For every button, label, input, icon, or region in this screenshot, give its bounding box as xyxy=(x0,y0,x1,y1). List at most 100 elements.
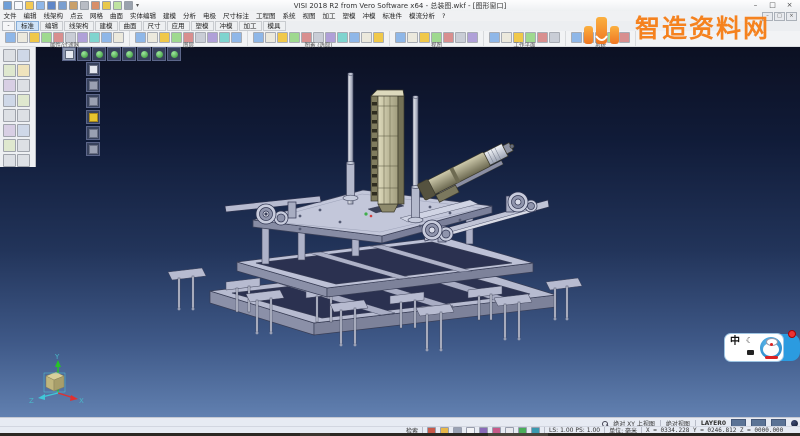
save-icon[interactable] xyxy=(47,1,56,10)
close-button[interactable]: × xyxy=(781,0,798,11)
tool-icon[interactable] xyxy=(3,154,16,167)
menu-item[interactable]: 分析 xyxy=(180,12,200,21)
toolbar-icon[interactable] xyxy=(301,32,312,43)
tool-icon[interactable] xyxy=(17,109,30,122)
toolbar-icon[interactable] xyxy=(29,32,40,43)
ribbon-tab[interactable]: 加工 xyxy=(239,21,262,31)
tool-icon[interactable] xyxy=(17,94,30,107)
ribbon-tab[interactable]: 塑模 xyxy=(191,21,214,31)
ribbon-tab[interactable]: 尺寸 xyxy=(143,21,166,31)
tool-icon[interactable] xyxy=(3,64,16,77)
toolbar-icon[interactable] xyxy=(207,32,218,43)
new-file-icon[interactable] xyxy=(3,1,12,10)
toolbar-icon[interactable] xyxy=(467,32,478,43)
toolbar-icon[interactable] xyxy=(17,32,28,43)
toolbar-icon[interactable] xyxy=(361,32,372,43)
tool-icon[interactable] xyxy=(17,124,30,137)
ribbon-tab[interactable]: 模具 xyxy=(263,21,286,31)
menu-item[interactable]: 工程图 xyxy=(253,12,280,21)
ribbon-tab[interactable]: 线架构 xyxy=(64,21,94,31)
toolbar-icon[interactable] xyxy=(277,32,288,43)
toolbar-icon[interactable] xyxy=(337,32,348,43)
mdi-restore-button[interactable]: □ xyxy=(774,12,785,21)
toolbar-icon[interactable] xyxy=(455,32,466,43)
toolbar-icon[interactable] xyxy=(183,32,194,43)
toolbar-icon[interactable] xyxy=(219,32,230,43)
toolbar-icon[interactable] xyxy=(525,32,536,43)
tool-icon[interactable] xyxy=(17,139,30,152)
open-file-icon[interactable] xyxy=(14,1,23,10)
toolbar-icon[interactable] xyxy=(171,32,182,43)
toolbar-icon[interactable] xyxy=(195,32,206,43)
settings-icon[interactable] xyxy=(124,1,133,10)
tool-icon[interactable] xyxy=(3,94,16,107)
folder-icon[interactable] xyxy=(25,1,34,10)
toolbar-icon[interactable] xyxy=(313,32,324,43)
menu-item-help[interactable]: ? xyxy=(439,12,449,21)
undo-icon[interactable] xyxy=(102,1,111,10)
moon-icon[interactable]: ☾ xyxy=(746,336,753,345)
menu-item[interactable]: 尺寸标注 xyxy=(220,12,253,21)
toolbar-icon[interactable] xyxy=(489,32,500,43)
ribbon-collapse-button[interactable]: - xyxy=(2,21,15,31)
menu-item[interactable]: 编辑 xyxy=(20,12,40,21)
tool-icon[interactable] xyxy=(17,79,30,92)
toolbar-icon[interactable] xyxy=(253,32,264,43)
toolbar-icon[interactable] xyxy=(147,32,158,43)
save-as-icon[interactable] xyxy=(58,1,67,10)
toolbar-icon[interactable] xyxy=(407,32,418,43)
toolbar-icon[interactable] xyxy=(419,32,430,43)
ribbon-tab-standard[interactable]: 标准 xyxy=(16,21,39,31)
menu-item[interactable]: 点云 xyxy=(67,12,87,21)
toolbar-icon[interactable] xyxy=(265,32,276,43)
menu-item[interactable]: 网格 xyxy=(87,12,107,21)
toolbar-icon[interactable] xyxy=(135,32,146,43)
maximize-button[interactable]: □ xyxy=(764,0,781,11)
menu-item[interactable]: 模流分析 xyxy=(406,12,439,21)
toolbar-icon[interactable] xyxy=(159,32,170,43)
3d-viewport[interactable]: Y X Z xyxy=(0,46,800,417)
quick-access-overflow[interactable]: ▾ xyxy=(136,2,139,9)
menu-item[interactable]: 加工 xyxy=(319,12,339,21)
tool-icon[interactable] xyxy=(3,124,16,137)
print-icon[interactable] xyxy=(80,1,89,10)
tool-icon[interactable] xyxy=(3,139,16,152)
toolbar-icon[interactable] xyxy=(325,32,336,43)
tool-icon[interactable] xyxy=(17,49,30,62)
tool-icon[interactable] xyxy=(3,49,16,62)
toolbar-icon[interactable] xyxy=(373,32,384,43)
toolbar-icon[interactable] xyxy=(549,32,560,43)
toolbar-icon[interactable] xyxy=(113,32,124,43)
ribbon-tab[interactable]: 建模 xyxy=(95,21,118,31)
ime-language-button[interactable]: 中 xyxy=(730,337,740,347)
toolbar-icon[interactable] xyxy=(289,32,300,43)
menu-item[interactable]: 文件 xyxy=(0,12,20,21)
toolbar-icon[interactable] xyxy=(41,32,52,43)
menu-item[interactable]: 视图 xyxy=(299,12,319,21)
import-icon[interactable] xyxy=(36,1,45,10)
toolbar-icon[interactable] xyxy=(77,32,88,43)
ribbon-tab[interactable]: 应用 xyxy=(167,21,190,31)
menu-item[interactable]: 曲面 xyxy=(107,12,127,21)
tool-icon[interactable] xyxy=(3,109,16,122)
delete-icon[interactable] xyxy=(91,1,100,10)
toolbar-icon[interactable] xyxy=(443,32,454,43)
mdi-close-button[interactable]: × xyxy=(786,12,797,21)
toolbar-icon[interactable] xyxy=(53,32,64,43)
menu-item[interactable]: 系统 xyxy=(279,12,299,21)
menu-item[interactable]: 冲模 xyxy=(359,12,379,21)
menu-item[interactable]: 塑模 xyxy=(339,12,359,21)
tool-icon[interactable] xyxy=(17,154,30,167)
redo-icon[interactable] xyxy=(113,1,122,10)
menu-item[interactable]: 实体编辑 xyxy=(127,12,160,21)
export-icon[interactable] xyxy=(69,1,78,10)
toolbar-icon[interactable] xyxy=(89,32,100,43)
toolbar-icon[interactable] xyxy=(513,32,524,43)
tool-icon[interactable] xyxy=(17,64,30,77)
ime-keyboard-icon[interactable] xyxy=(747,350,754,355)
toolbar-icon[interactable] xyxy=(395,32,406,43)
toolbar-icon[interactable] xyxy=(571,32,582,43)
menu-item[interactable]: 建模 xyxy=(160,12,180,21)
tool-icon[interactable] xyxy=(3,79,16,92)
ribbon-tab[interactable]: 冲模 xyxy=(215,21,238,31)
